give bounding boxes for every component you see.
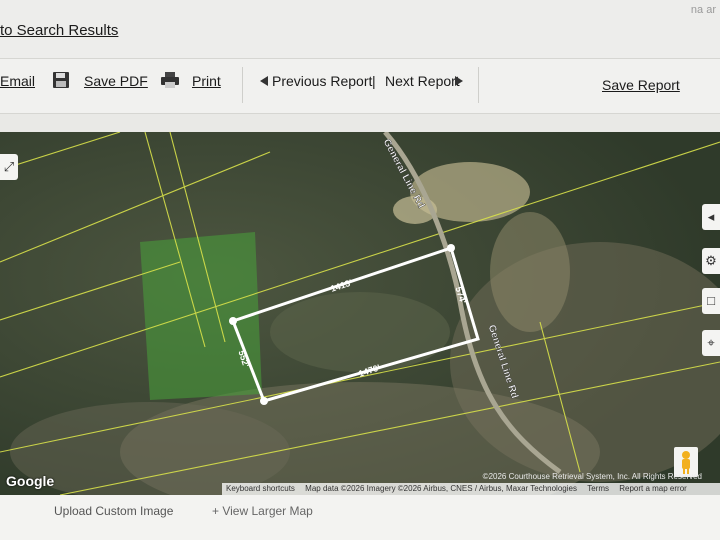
view-larger-map-link[interactable]: + View Larger Map xyxy=(212,504,313,518)
gear-icon[interactable]: ⚙ xyxy=(702,248,720,274)
printer-icon[interactable] xyxy=(160,71,180,89)
top-bar: to Search Results na ar xyxy=(0,0,720,58)
map-attribution-bar: Keyboard shortcuts Map data ©2026 Imager… xyxy=(222,483,720,495)
map-data-text: Map data ©2026 Imagery ©2026 Airbus, CNE… xyxy=(305,484,577,493)
back-to-search-results-link[interactable]: to Search Results xyxy=(0,22,118,39)
locate-icon[interactable]: ⌖ xyxy=(702,330,720,356)
satellite-map[interactable]: 1413' 574' 1470' 552' General Line Rd Ge… xyxy=(0,132,720,495)
toolbar-divider xyxy=(478,67,479,103)
save-report-button[interactable]: Save Report xyxy=(602,77,680,93)
satellite-imagery: 1413' 574' 1470' 552' General Line Rd Ge… xyxy=(0,132,720,495)
print-button[interactable]: Print xyxy=(192,73,221,89)
upload-custom-image-link[interactable]: Upload Custom Image xyxy=(54,504,173,518)
map-side-tab[interactable]: ◂ xyxy=(702,204,720,230)
next-report-button[interactable]: Next Report xyxy=(385,73,460,89)
fullscreen-icon[interactable]: ⤢ xyxy=(0,154,18,180)
save-pdf-button[interactable]: Save PDF xyxy=(84,73,148,89)
email-button[interactable]: Email xyxy=(0,73,35,89)
chevron-left-icon xyxy=(260,76,268,86)
terms-link[interactable]: Terms xyxy=(587,484,609,493)
report-toolbar: Email Save PDF Print Previous Report | N… xyxy=(0,58,720,114)
corner-text: na ar xyxy=(690,4,716,16)
chevron-right-icon xyxy=(455,76,463,86)
report-nav-separator: | xyxy=(372,73,376,89)
toolbar-divider xyxy=(242,67,243,103)
previous-report-button[interactable]: Previous Report xyxy=(272,73,372,89)
map-footer: Upload Custom Image + View Larger Map xyxy=(0,495,720,540)
image-credit: ©2026 Courthouse Retrieval System, Inc. … xyxy=(482,472,702,481)
keyboard-shortcuts-link[interactable]: Keyboard shortcuts xyxy=(226,484,295,493)
floppy-disk-icon[interactable] xyxy=(52,71,70,89)
report-map-error-link[interactable]: Report a map error xyxy=(619,484,687,493)
polygon-icon[interactable]: □ xyxy=(702,288,720,314)
google-logo: Google xyxy=(6,473,55,489)
